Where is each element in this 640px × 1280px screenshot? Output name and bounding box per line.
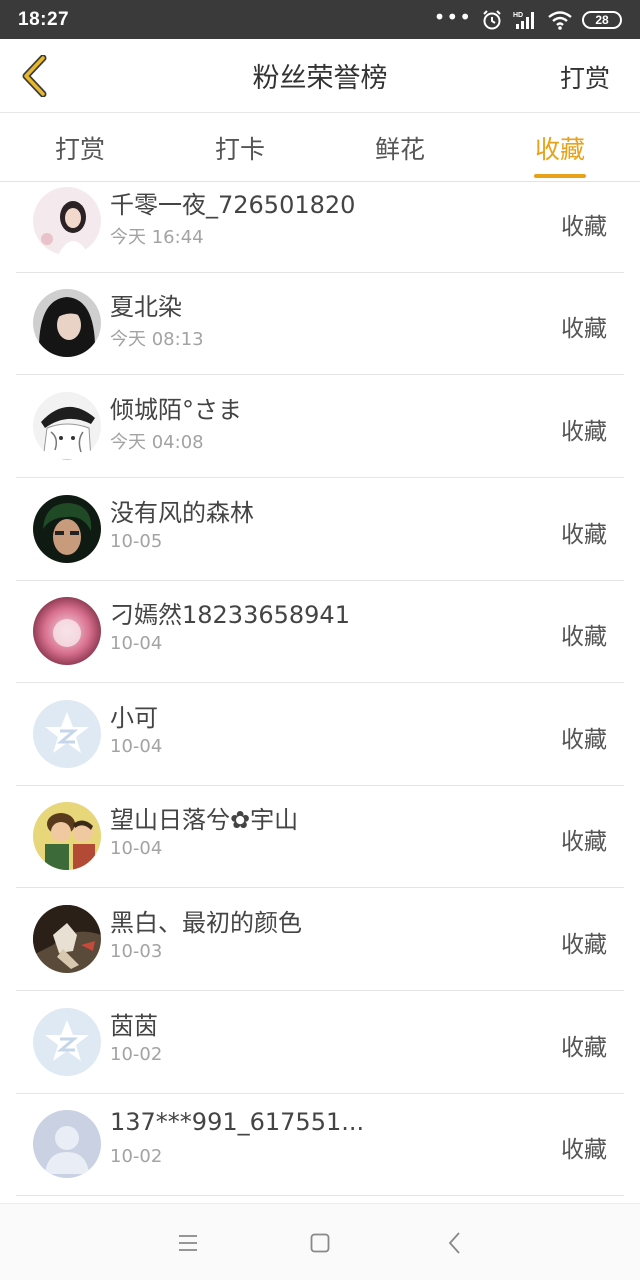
reward-button[interactable]: 打赏	[560, 59, 610, 95]
list-item[interactable]: 茵茵 10-02 收藏	[16, 992, 624, 1094]
back-icon	[448, 1232, 460, 1254]
action-label: 收藏	[561, 829, 607, 855]
user-name: 没有风的森林	[110, 499, 254, 527]
list-item[interactable]: 刁嫣然18233658941 10-04 收藏	[16, 581, 624, 683]
system-nav-bar	[0, 1203, 640, 1280]
back-button[interactable]	[14, 54, 54, 98]
menu-button[interactable]	[175, 1230, 201, 1256]
alarm-clock-icon	[481, 9, 503, 31]
tab-bar: 打赏 打卡 鲜花 收藏	[0, 114, 640, 182]
system-back-button[interactable]	[442, 1230, 468, 1256]
timestamp: 今天 16:44	[110, 227, 204, 248]
tab-checkin[interactable]: 打卡	[160, 114, 320, 181]
status-icons: ••• HD 28	[433, 4, 622, 31]
default-person-avatar-icon	[33, 1110, 101, 1178]
user-name: 刁嫣然18233658941	[110, 601, 350, 629]
user-name: 望山日落兮✿宇山	[110, 806, 299, 834]
battery-icon: 28	[582, 10, 622, 29]
fan-list[interactable]: 千零一夜_726501820 今天 16:44 收藏 夏北染 今天 08:13 …	[0, 183, 640, 1201]
user-name: 夏北染	[110, 293, 182, 321]
timestamp: 10-04	[110, 633, 163, 654]
user-name: 小可	[110, 704, 158, 732]
list-item[interactable]: 137***991_617551... 10-02 收藏	[16, 1094, 624, 1196]
timestamp: 今天 08:13	[110, 329, 204, 350]
wifi-icon	[547, 10, 573, 30]
avatar	[33, 802, 101, 870]
user-name: 黑白、最初的颜色	[110, 909, 302, 937]
avatar	[33, 495, 101, 563]
signal-icon: HD	[512, 9, 538, 31]
menu-icon	[179, 1235, 197, 1251]
list-item[interactable]: 没有风的森林 10-05 收藏	[16, 479, 624, 581]
avatar	[33, 187, 101, 255]
timestamp: 10-05	[110, 531, 163, 552]
timestamp: 10-04	[110, 736, 163, 757]
page-title: 粉丝荣誉榜	[252, 63, 388, 94]
action-label: 收藏	[561, 419, 607, 445]
avatar	[33, 392, 101, 460]
list-item[interactable]: 望山日落兮✿宇山 10-04 收藏	[16, 786, 624, 888]
tab-favorites[interactable]: 收藏	[480, 114, 640, 181]
svg-text:HD: HD	[513, 12, 523, 19]
list-item[interactable]: 倾城陌°さま 今天 04:08 收藏	[16, 376, 624, 478]
avatar	[33, 289, 101, 357]
timestamp: 10-02	[110, 1044, 163, 1065]
action-label: 收藏	[561, 522, 607, 548]
user-name: 千零一夜_726501820	[110, 191, 356, 219]
action-label: 收藏	[561, 624, 607, 650]
user-name: 茵茵	[110, 1012, 158, 1040]
action-label: 收藏	[561, 1137, 607, 1163]
action-label: 收藏	[561, 1035, 607, 1061]
chevron-left-icon	[22, 55, 47, 97]
action-label: 收藏	[561, 727, 607, 753]
timestamp: 10-04	[110, 838, 163, 859]
avatar	[33, 905, 101, 973]
timestamp: 10-03	[110, 941, 163, 962]
action-label: 收藏	[561, 214, 607, 240]
list-item[interactable]: 千零一夜_726501820 今天 16:44 收藏	[16, 183, 624, 273]
status-bar: 18:27 ••• HD 28	[0, 0, 640, 39]
qzone-default-avatar-icon	[33, 700, 101, 768]
list-item[interactable]: 小可 10-04 收藏	[16, 684, 624, 786]
qzone-default-avatar-icon	[33, 1008, 101, 1076]
avatar	[33, 597, 101, 665]
header: 粉丝荣誉榜 打赏	[0, 39, 640, 113]
user-name: 137***991_617551...	[110, 1108, 365, 1136]
tab-reward[interactable]: 打赏	[0, 114, 160, 181]
status-time: 18:27	[18, 8, 70, 30]
timestamp: 今天 04:08	[110, 432, 204, 453]
tab-flowers[interactable]: 鲜花	[320, 114, 480, 181]
user-name: 倾城陌°さま	[110, 396, 242, 424]
action-label: 收藏	[561, 316, 607, 342]
list-item[interactable]: 夏北染 今天 08:13 收藏	[16, 273, 624, 375]
home-icon	[310, 1233, 330, 1253]
list-item[interactable]: 黑白、最初的颜色 10-03 收藏	[16, 889, 624, 991]
action-label: 收藏	[561, 932, 607, 958]
notification-dots-icon: •••	[433, 4, 472, 29]
timestamp: 10-02	[110, 1146, 163, 1167]
home-button[interactable]	[307, 1230, 333, 1256]
